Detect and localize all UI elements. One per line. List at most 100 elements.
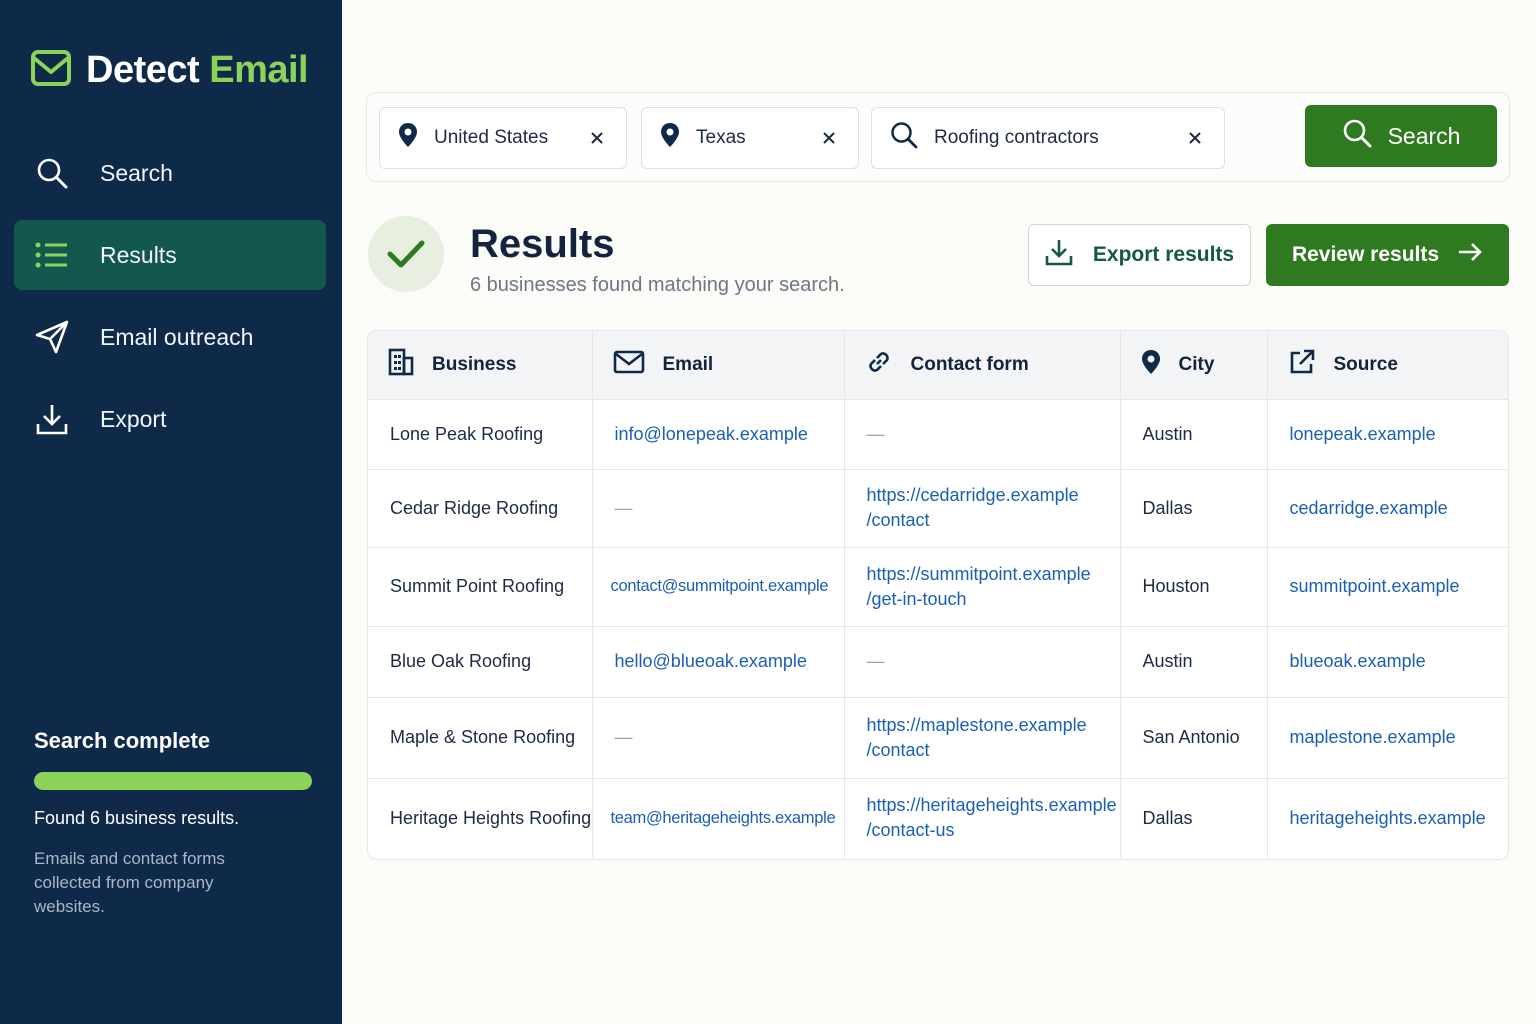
- progress-bar: [34, 772, 312, 790]
- close-icon[interactable]: [1184, 131, 1206, 145]
- column-header-label: City: [1178, 353, 1215, 375]
- search-icon: [1342, 118, 1372, 154]
- search-icon: [32, 156, 72, 190]
- table-row[interactable]: Maple & Stone Roofing — https://maplesto…: [368, 697, 1508, 779]
- search-status-panel: Search complete Found 6 business results…: [34, 728, 314, 919]
- sidebar-item-label: Search: [100, 159, 173, 186]
- query-input[interactable]: Roofing contractors: [871, 107, 1225, 169]
- state-filter-value: Texas: [696, 127, 746, 148]
- business-cell: Blue Oak Roofing: [368, 626, 593, 698]
- table-row[interactable]: Lone Peak Roofing info@lonepeak.example …: [368, 399, 1508, 470]
- column-header-label: Contact form: [910, 353, 1029, 375]
- sidebar-item-label: Email outreach: [100, 323, 254, 350]
- column-header-label: Email: [662, 353, 714, 375]
- contact-form-line: —: [866, 423, 885, 444]
- business-cell: Summit Point Roofing: [368, 547, 593, 627]
- source-link[interactable]: cedarridge.example: [1267, 469, 1508, 548]
- sidebar-item-email-outreach[interactable]: Email outreach: [14, 302, 326, 372]
- sidebar: Detect Email Search Results Email outrea…: [0, 0, 342, 1024]
- sidebar-nav: Search Results Email outreach Export: [14, 138, 326, 466]
- envelope-icon: [30, 48, 72, 93]
- country-filter-value: United States: [434, 127, 549, 148]
- search-icon: [890, 121, 918, 155]
- status-found-text: Found 6 business results.: [34, 808, 240, 828]
- location-pin-icon: [398, 122, 418, 154]
- state-filter[interactable]: Texas: [641, 107, 859, 169]
- list-icon: [32, 241, 72, 269]
- column-header-city[interactable]: City: [1120, 331, 1268, 400]
- contact-form-link[interactable]: https://cedarridge.example/contact: [844, 469, 1121, 548]
- contact-form-line: /contact-us: [866, 820, 955, 841]
- sidebar-item-search[interactable]: Search: [14, 138, 326, 208]
- table-header-row: Business Email Contact form City Source: [368, 331, 1508, 400]
- column-header-contact-form[interactable]: Contact form: [844, 331, 1121, 400]
- sidebar-item-export[interactable]: Export: [14, 384, 326, 454]
- sidebar-item-label: Export: [100, 405, 167, 432]
- business-cell: Lone Peak Roofing: [368, 399, 593, 470]
- business-cell: Maple & Stone Roofing: [368, 697, 593, 779]
- email-link[interactable]: contact@summitpoint.example: [592, 547, 845, 627]
- contact-form-cell: —: [844, 399, 1121, 470]
- country-filter[interactable]: United States: [379, 107, 627, 169]
- contact-form-line: https://summitpoint.example: [866, 563, 1091, 584]
- review-results-button[interactable]: Review results: [1266, 224, 1509, 286]
- email-link[interactable]: info@lonepeak.example: [592, 399, 845, 470]
- column-header-source[interactable]: Source: [1267, 331, 1508, 400]
- city-cell: Houston: [1120, 547, 1268, 627]
- email-link[interactable]: team@heritageheights.example: [592, 778, 845, 858]
- contact-form-line: https://cedarridge.example: [866, 485, 1079, 505]
- page-title: Results: [470, 222, 615, 266]
- query-input-value: Roofing contractors: [934, 127, 1099, 148]
- source-link[interactable]: maplestone.example: [1267, 697, 1508, 779]
- brand-logo[interactable]: Detect Email: [30, 48, 309, 93]
- contact-form-link[interactable]: https://summitpoint.example/get-in-touch: [844, 547, 1121, 627]
- close-icon[interactable]: [818, 131, 840, 145]
- contact-form-line: /get-in-touch: [866, 588, 967, 609]
- progress-fill: [34, 772, 312, 790]
- column-header-email[interactable]: Email: [592, 331, 845, 400]
- sidebar-item-results[interactable]: Results: [14, 220, 326, 290]
- success-check-icon: [368, 216, 444, 292]
- brand-name-part1: Detect: [86, 49, 200, 91]
- business-cell: Heritage Heights Roofing: [368, 778, 593, 858]
- sidebar-item-label: Results: [100, 241, 177, 268]
- email-cell: —: [592, 469, 845, 548]
- source-link[interactable]: heritageheights.example: [1267, 778, 1508, 858]
- business-cell: Cedar Ridge Roofing: [368, 469, 593, 548]
- review-results-label: Review results: [1291, 243, 1440, 266]
- contact-form-link[interactable]: https://heritageheights.example/contact-…: [844, 778, 1121, 858]
- envelope-icon: [613, 350, 645, 380]
- status-title: Search complete: [34, 728, 211, 753]
- city-cell: Dallas: [1120, 778, 1268, 858]
- city-cell: Dallas: [1120, 469, 1268, 548]
- location-pin-icon: [1141, 349, 1161, 381]
- search-button-label: Search: [1387, 122, 1461, 149]
- status-note: Emails and contact forms collected from …: [34, 849, 225, 916]
- contact-form-line: https://maplestone.example: [866, 714, 1087, 735]
- source-link[interactable]: blueoak.example: [1267, 626, 1508, 698]
- table-row[interactable]: Summit Point Roofing contact@summitpoint…: [368, 547, 1508, 627]
- column-header-business[interactable]: Business: [368, 331, 593, 400]
- download-icon: [1045, 238, 1073, 272]
- table-row[interactable]: Cedar Ridge Roofing — https://cedarridge…: [368, 469, 1508, 548]
- email-link[interactable]: hello@blueoak.example: [592, 626, 845, 698]
- city-cell: Austin: [1120, 626, 1268, 698]
- export-results-button[interactable]: Export results: [1028, 224, 1251, 286]
- source-link[interactable]: lonepeak.example: [1267, 399, 1508, 470]
- close-icon[interactable]: [586, 131, 608, 145]
- download-icon: [32, 402, 72, 436]
- source-link[interactable]: summitpoint.example: [1267, 547, 1508, 627]
- search-button[interactable]: Search: [1305, 105, 1497, 167]
- table-row[interactable]: Blue Oak Roofing hello@blueoak.example —…: [368, 626, 1508, 698]
- contact-form-link[interactable]: https://maplestone.example/contact: [844, 697, 1121, 779]
- table-row[interactable]: Heritage Heights Roofing team@heritagehe…: [368, 778, 1508, 858]
- brand-name: Detect Email: [86, 49, 309, 92]
- results-table: Business Email Contact form City Source …: [367, 330, 1509, 860]
- external-link-icon: [1288, 348, 1316, 382]
- location-pin-icon: [660, 122, 680, 154]
- contact-form-line: https://heritageheights.example: [866, 795, 1117, 816]
- link-icon: [865, 348, 893, 382]
- arrow-right-icon: [1457, 242, 1483, 268]
- contact-form-line: /contact: [866, 510, 930, 530]
- building-icon: [388, 348, 414, 382]
